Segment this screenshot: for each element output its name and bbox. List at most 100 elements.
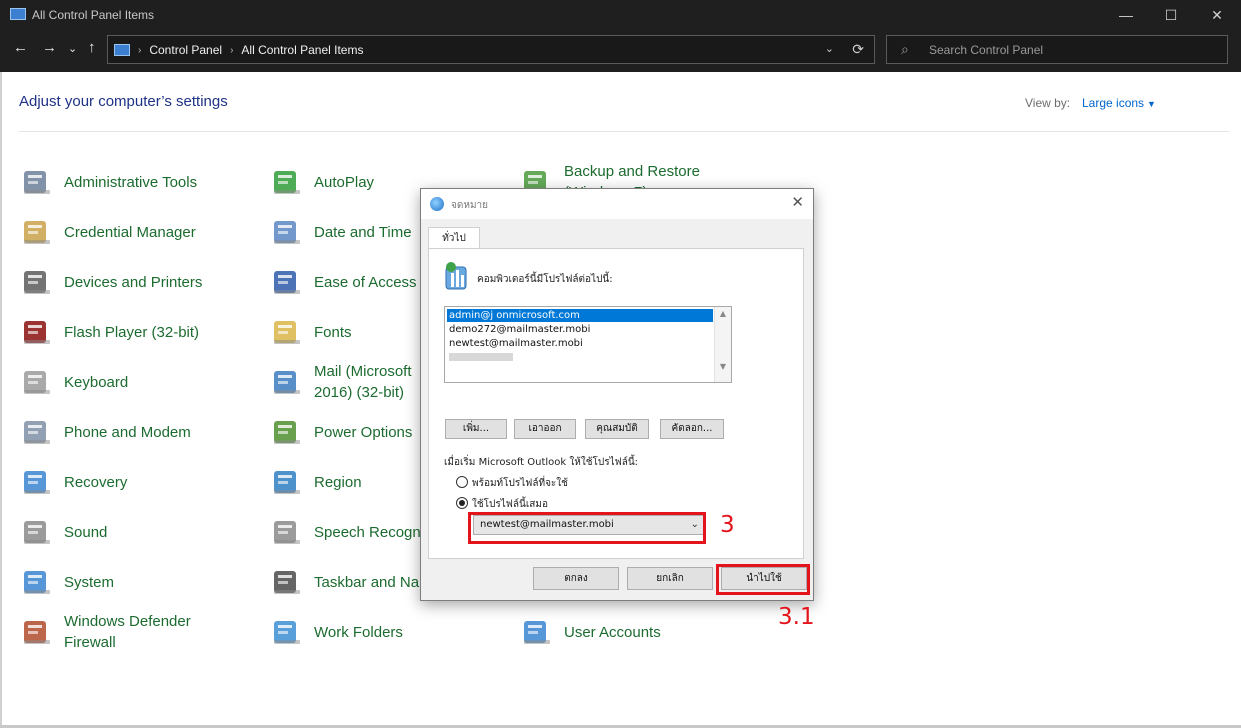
scroll-up-icon[interactable]: ▲ [715,309,731,318]
highlight-box-step31 [716,564,810,595]
item-label[interactable]: Windows Defender Firewall [64,611,191,653]
address-bar[interactable]: › Control Panel › All Control Panel Item… [107,35,875,64]
control-panel-item[interactable]: Work Folders [270,612,510,652]
add-profile-button[interactable]: เพิ่ม... [445,419,507,439]
item-label[interactable]: Keyboard [64,372,128,393]
list-item[interactable]: demo272@mailmaster.mobi [447,323,713,336]
properties-button[interactable]: คุณสมบัติ [585,419,649,439]
flash-player-icon [24,321,50,344]
item-label[interactable]: Devices and Printers [64,272,202,293]
dialog-title-bar: จดหมาย ✕ [421,189,813,219]
mail-icon [274,371,300,394]
item-label[interactable]: Mail (Microsoft 2016) (32-bit) [314,361,412,403]
item-label[interactable]: Work Folders [314,622,403,643]
item-label[interactable]: AutoPlay [314,172,374,193]
item-label[interactable]: Administrative Tools [64,172,197,193]
item-label[interactable]: Taskbar and Na [314,572,419,593]
remove-profile-button[interactable]: เอาออก [514,419,576,439]
autoplay-icon [274,171,300,194]
region-icon [274,471,300,494]
address-dropdown-icon[interactable]: ⌄ [825,42,834,55]
item-label[interactable]: Ease of Access C [314,272,432,293]
cancel-button[interactable]: ยกเลิก [627,567,713,590]
item-label[interactable]: Credential Manager [64,222,196,243]
breadcrumb-separator[interactable]: › [138,45,141,56]
minimize-button[interactable]: — [1103,0,1149,30]
control-panel-item[interactable]: Credential Manager [20,212,260,252]
breadcrumb-separator[interactable]: › [230,45,233,56]
system-icon [24,571,50,594]
control-panel-icon [114,44,130,56]
item-label[interactable]: Recovery [64,472,127,493]
keyboard-icon [24,371,50,394]
item-label[interactable]: Power Options [314,422,412,443]
item-label[interactable]: Flash Player (32-bit) [64,322,199,343]
divider [19,131,1229,132]
profiles-list[interactable]: admin@j onmicrosoft.com demo272@mailmast… [444,306,732,383]
item-label[interactable]: Fonts [314,322,352,343]
radio-always-use[interactable] [456,497,468,509]
copy-profile-button[interactable]: คัดลอก... [660,419,724,439]
phone-modem-icon [24,421,50,444]
item-label[interactable]: User Accounts [564,622,661,643]
radio-prompt-profile[interactable] [456,476,468,488]
taskbar-icon [274,571,300,594]
window-title: All Control Panel Items [32,8,155,22]
item-label[interactable]: Date and Time [314,222,412,243]
forward-icon[interactable]: → [42,39,57,56]
credential-manager-icon [24,221,50,244]
ok-button[interactable]: ตกลง [533,567,619,590]
item-label[interactable]: Sound [64,522,107,543]
item-label[interactable]: Speech Recogn [314,522,421,543]
breadcrumb: › Control Panel › All Control Panel Item… [114,43,363,57]
item-label[interactable]: Region [314,472,362,493]
maximize-button[interactable]: ☐ [1148,0,1194,30]
fonts-icon [274,321,300,344]
control-panel-item[interactable]: Devices and Printers [20,262,260,302]
search-input[interactable] [927,40,1221,60]
navigation-bar: ← → ⌄ ↑ › Control Panel › All Control Pa… [0,30,1241,72]
control-panel-item[interactable]: Phone and Modem [20,412,260,452]
close-button[interactable]: ✕ [1194,0,1240,30]
list-item-selected[interactable]: admin@j onmicrosoft.com [447,309,713,322]
radio-prompt-label[interactable]: พร้อมท์โปรไฟล์ที่จะใช้ [472,476,568,491]
refresh-icon[interactable]: ⟳ [852,41,864,58]
ease-of-access-icon [274,271,300,294]
control-panel-item[interactable]: System [20,562,260,602]
up-icon[interactable]: ↑ [88,39,96,56]
tab-general[interactable]: ทั่วไป [428,227,480,249]
control-panel-item[interactable]: Keyboard [20,362,260,402]
item-label[interactable]: Phone and Modem [64,422,191,443]
caret-down-icon: ▼ [1147,99,1156,109]
view-mode-dropdown[interactable]: Large icons ▼ [1082,96,1156,110]
annotation-step31: 3.1 [778,604,815,630]
title-bar: All Control Panel Items — ☐ ✕ [0,0,1241,30]
highlight-box-step3 [468,512,706,544]
control-panel-item[interactable]: Flash Player (32-bit) [20,312,260,352]
scroll-down-icon[interactable]: ▼ [715,362,731,371]
search-box[interactable]: ⌕ [886,35,1228,64]
profiles-label: คอมพิวเตอร์นี้มีโปรไฟล์ต่อไปนี้: [477,274,613,285]
annotation-step3: 3 [720,512,735,538]
breadcrumb-all-items[interactable]: All Control Panel Items [241,43,363,57]
list-scrollbar[interactable]: ▲ ▼ [714,307,731,382]
control-panel-item[interactable]: User Accounts [520,612,760,652]
breadcrumb-control-panel[interactable]: Control Panel [149,43,222,57]
radio-always-label[interactable]: ใช้โปรไฟล์นี้เสมอ [472,497,548,512]
profiles-icon [445,262,467,290]
control-panel-item[interactable]: Sound [20,512,260,552]
user-accounts-icon [524,621,550,644]
control-panel-item[interactable]: Recovery [20,462,260,502]
search-icon: ⌕ [901,41,909,57]
list-item[interactable]: newtest@mailmaster.mobi [447,337,713,350]
admin-tools-icon [24,171,50,194]
back-icon[interactable]: ← [13,39,28,56]
window-border [0,72,2,728]
recent-locations-icon[interactable]: ⌄ [68,42,77,55]
control-panel-item[interactable]: Administrative Tools [20,162,260,202]
item-label[interactable]: System [64,572,114,593]
control-panel-item[interactable]: Windows Defender Firewall [20,612,260,652]
printer-icon [24,271,50,294]
dialog-close-icon[interactable]: ✕ [791,193,804,211]
power-options-icon [274,421,300,444]
